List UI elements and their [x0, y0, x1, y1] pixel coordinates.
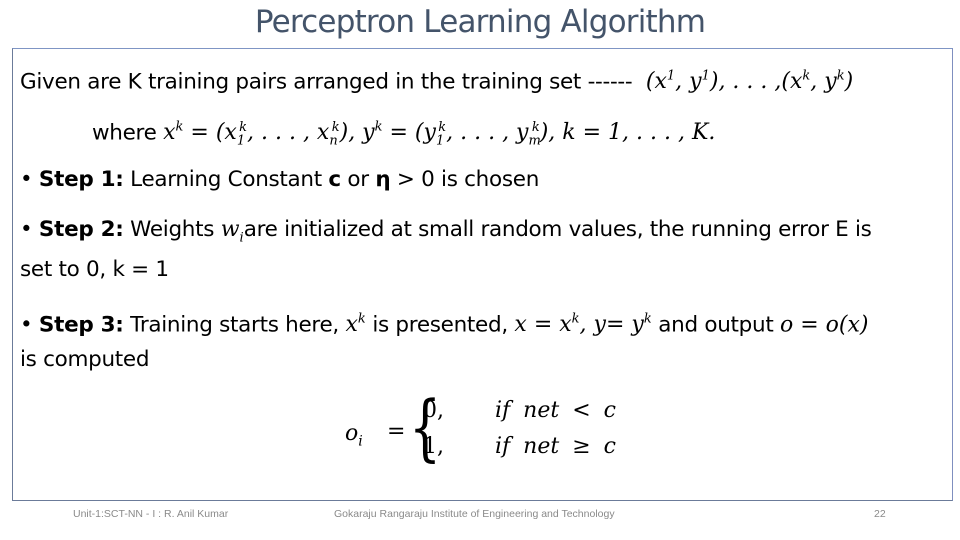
step-1-label: Step 1: [38, 167, 124, 192]
step-1-text-b: or [340, 167, 376, 192]
case-1-value: 1, [423, 434, 444, 459]
where-label: where [92, 120, 157, 146]
step-3-text-before: Training starts here, [130, 312, 346, 338]
output-equation: oi = { 0, if net < c 1, if net ≥ c [345, 387, 635, 475]
intro-line: Given are K training pairs arranged in t… [20, 63, 853, 96]
footer-author: Unit-1:SCT-NN - I : R. Anil Kumar [73, 508, 229, 520]
case-0-value: 0, [423, 398, 444, 423]
step-1-eta: η [375, 167, 391, 192]
training-pairs-math: (x1, y1), . . . ,(xk, yk) [638, 69, 854, 95]
bullet: • [20, 217, 39, 242]
step-1-c: c [328, 167, 341, 192]
step-3-output-math: o = o(x) [780, 312, 869, 338]
step-3: • Step 3: Training starts here, xk is pr… [20, 306, 868, 339]
step-3-xk-math: xk [345, 312, 366, 338]
step-3-assign-math: x = xk, y= yk [514, 312, 652, 338]
step-1-text-a: Learning Constant [130, 167, 329, 192]
step-2-label: Step 2: [38, 217, 124, 242]
case-0-condition: if net < c [495, 398, 616, 423]
bullet: • [20, 312, 39, 338]
page-number: 22 [874, 508, 886, 520]
step-3-text-mid2: and output [651, 312, 780, 338]
step-1: • Step 1: Learning Constant c or η > 0 i… [20, 166, 539, 194]
equation-equals: = [387, 419, 406, 444]
step-3-label: Step 3: [38, 312, 124, 338]
footer-institute: Gokaraju Rangaraju Institute of Engineer… [334, 508, 615, 520]
slide-title: Perceptron Learning Algorithm [254, 4, 706, 40]
step-2: • Step 2: Weights wiare initialized at s… [20, 216, 872, 252]
equation-lhs: oi [345, 421, 363, 450]
intro-text: Given are K training pairs arranged in t… [20, 69, 633, 95]
step-2-weights-math: wi [220, 217, 244, 246]
step-2-text-before: Weights [130, 217, 221, 242]
bullet: • [20, 167, 39, 192]
where-line: where xk = (x1k, . . . , xnk), yk = (y1k… [92, 114, 715, 156]
step-1-text-c: > 0 is chosen [390, 167, 540, 192]
step-3-continuation: is computed [20, 347, 150, 372]
step-2-continuation: set to 0, k = 1 [20, 257, 169, 282]
where-math: xk = (x1k, . . . , xnk), yk = (y1k, . . … [163, 120, 716, 149]
step-2-text-after: are initialized at small random values, … [243, 217, 872, 242]
step-3-text-mid1: is presented, [365, 312, 515, 338]
case-1-condition: if net ≥ c [495, 434, 616, 459]
